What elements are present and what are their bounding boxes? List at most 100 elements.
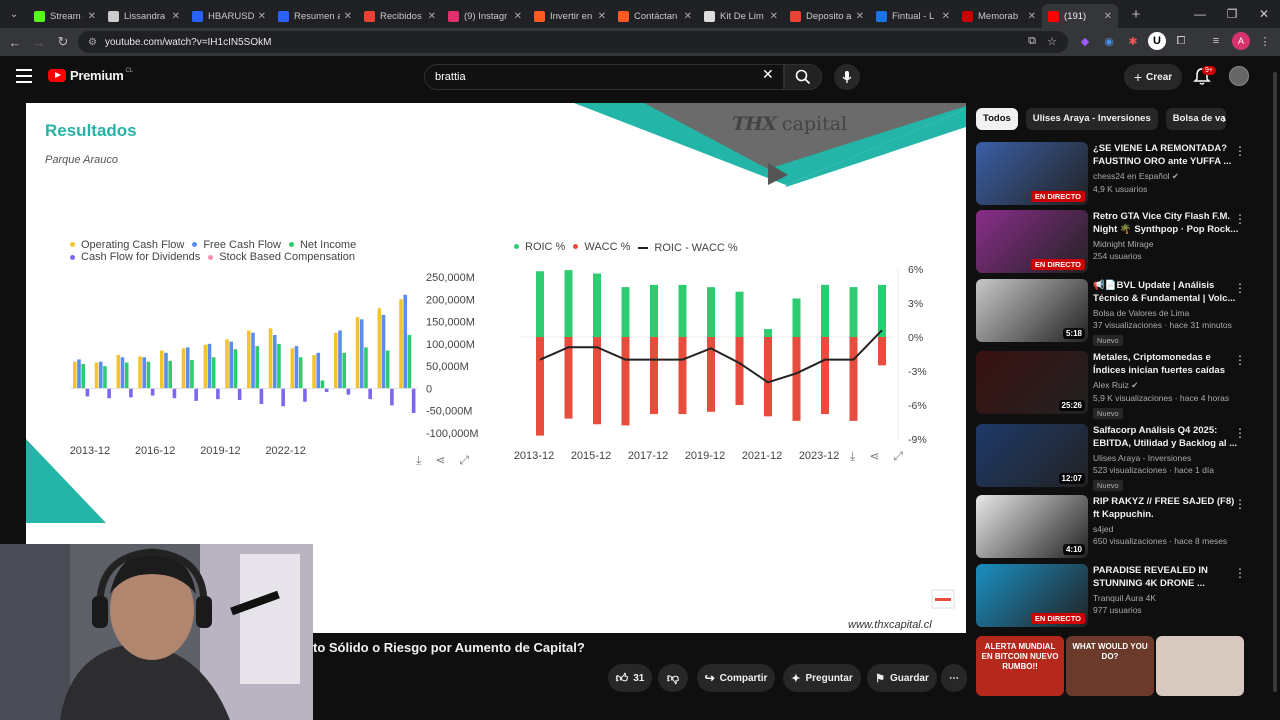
share-icon[interactable]: ⋖ — [869, 449, 879, 464]
download-icon[interactable]: ⤓ — [416, 453, 421, 468]
video-title[interactable]: Retro GTA Vice City Flash F.M. Night 🌴 S… — [1093, 210, 1241, 236]
bar-free-cash-flow[interactable] — [251, 332, 255, 389]
forward-icon[interactable]: → — [27, 35, 51, 50]
bar-free-cash-flow[interactable] — [403, 294, 408, 389]
bar-cash-flow-for-dividends[interactable] — [259, 388, 264, 405]
more-options-icon[interactable]: ⋮ — [1234, 212, 1246, 226]
bar-free-cash-flow[interactable] — [142, 357, 147, 389]
site-info-icon[interactable]: ⚙ — [88, 37, 97, 48]
browser-tab[interactable]: HBARUSD ✕ — [186, 4, 272, 28]
recommended-video[interactable]: 4:10 RIP RAKYZ // FREE SAJED (F8) ft Kapp… — [976, 495, 1266, 559]
short-thumbnail[interactable]: ALERTA MUNDIAL EN BITCOIN NUEVO RUMBO!! — [976, 636, 1064, 696]
bar-wacc[interactable] — [792, 337, 801, 421]
bar-roic[interactable] — [792, 298, 801, 337]
bar-free-cash-flow[interactable] — [185, 347, 190, 389]
bar-wacc[interactable] — [878, 337, 886, 366]
more-options-icon[interactable]: ⋮ — [1234, 144, 1246, 158]
video-title[interactable]: Salfacorp Análisis Q4 2025: EBITDA, Util… — [1093, 424, 1241, 450]
chips-next-icon[interactable]: › — [1222, 112, 1226, 126]
bar-wacc[interactable] — [621, 337, 630, 426]
filter-chip[interactable]: Ulises Araya - Inversiones — [1025, 108, 1158, 130]
channel-name[interactable]: Ulises Araya - Inversiones — [1093, 453, 1191, 463]
bar-roic[interactable] — [621, 287, 630, 337]
filter-chip[interactable]: Bolsa de va — [1165, 108, 1226, 130]
bar-free-cash-flow[interactable] — [359, 319, 364, 389]
bar-operating-cash-flow[interactable] — [116, 355, 121, 389]
legend-item[interactable]: Stock Based Compensation — [208, 251, 355, 263]
bar-net-income[interactable] — [407, 334, 412, 389]
bar-wacc[interactable] — [735, 337, 744, 405]
channel-name[interactable]: Midnight Mirage — [1093, 239, 1153, 249]
extensions-puzzle-icon[interactable]: ⧠ — [1172, 32, 1190, 50]
more-options-icon[interactable]: ⋮ — [1234, 497, 1246, 511]
bar-net-income[interactable] — [298, 357, 303, 389]
tab-close-icon[interactable]: ✕ — [1104, 11, 1112, 22]
bar-net-income[interactable] — [124, 362, 129, 389]
channel-name[interactable]: Tranquil Aura 4K — [1093, 593, 1156, 603]
bar-net-income[interactable] — [211, 357, 216, 389]
bar-roic[interactable] — [764, 329, 772, 337]
bar-roic[interactable] — [650, 284, 658, 337]
bar-net-income[interactable] — [103, 366, 107, 389]
more-options-icon[interactable]: ⋮ — [1234, 353, 1246, 367]
extension-3-icon[interactable]: ✱ — [1124, 32, 1142, 50]
youtube-logo[interactable]: Premium CL — [48, 68, 133, 83]
browser-tab[interactable]: Contáctan ✕ — [612, 4, 698, 28]
extension-1-icon[interactable]: ◆ — [1076, 32, 1094, 50]
bar-operating-cash-flow[interactable] — [334, 332, 338, 389]
cast-icon[interactable]: ⧉ — [1023, 32, 1041, 50]
bar-cash-flow-for-dividends[interactable] — [150, 388, 155, 396]
bar-net-income[interactable] — [385, 350, 390, 389]
legend-item[interactable]: ROIC % — [514, 241, 565, 253]
video-thumbnail[interactable]: EN DIRECTO — [976, 564, 1088, 627]
new-tab-button[interactable]: + — [1124, 6, 1148, 23]
bar-free-cash-flow[interactable] — [77, 359, 81, 389]
like-button[interactable]: 👍︎ 31 — [608, 664, 652, 692]
bar-free-cash-flow[interactable] — [98, 361, 103, 389]
tab-close-icon[interactable]: ✕ — [770, 11, 778, 22]
bar-free-cash-flow[interactable] — [381, 314, 386, 389]
bar-operating-cash-flow[interactable] — [290, 348, 295, 389]
video-title[interactable]: ¿SE VIENE LA REMONTADA? FAUSTINO ORO ant… — [1093, 142, 1241, 168]
clear-search-icon[interactable]: ✕ — [762, 66, 774, 83]
create-button[interactable]: + Crear — [1124, 64, 1182, 90]
legend-item[interactable]: Operating Cash Flow — [70, 239, 184, 251]
tab-close-icon[interactable]: ✕ — [344, 11, 352, 22]
browser-tab[interactable]: Resumen a ✕ — [272, 4, 358, 28]
bar-net-income[interactable] — [233, 349, 238, 389]
recommended-video[interactable]: 25:26 Metales, Criptomonedas e Índices in… — [976, 351, 1266, 419]
legend-item[interactable]: Cash Flow for Dividends — [70, 251, 200, 263]
bar-operating-cash-flow[interactable] — [377, 308, 382, 389]
channel-name[interactable]: Bolsa de Valores de Lima — [1093, 308, 1189, 318]
video-thumbnail[interactable]: 4:10 — [976, 495, 1088, 558]
tab-close-icon[interactable]: ✕ — [856, 11, 864, 22]
recommended-video[interactable]: EN DIRECTO Retro GTA Vice City Flash F.M.… — [976, 210, 1266, 274]
search-input[interactable]: brattia — [424, 64, 784, 90]
bar-roic[interactable] — [564, 270, 573, 337]
filter-chip[interactable]: Todos — [976, 108, 1018, 130]
legend-item[interactable]: Net Income — [288, 239, 356, 251]
bar-operating-cash-flow[interactable] — [160, 350, 164, 389]
share-icon[interactable]: ⋖ — [435, 453, 445, 468]
bar-roic[interactable] — [678, 284, 687, 337]
tab-close-icon[interactable]: ✕ — [942, 11, 950, 22]
voice-search-button[interactable] — [834, 64, 860, 90]
bar-operating-cash-flow[interactable] — [355, 317, 360, 389]
menu-icon[interactable] — [16, 69, 32, 83]
bar-net-income[interactable] — [168, 360, 172, 389]
fullscreen-icon[interactable]: ⤢ — [893, 449, 903, 464]
bar-free-cash-flow[interactable] — [316, 352, 321, 389]
account-avatar[interactable] — [1229, 66, 1249, 86]
bar-wacc[interactable] — [821, 337, 829, 415]
video-thumbnail[interactable]: 5:18 — [976, 279, 1088, 342]
more-options-icon[interactable]: ⋮ — [1234, 281, 1246, 295]
extension-2-icon[interactable]: ◉ — [1100, 32, 1118, 50]
url-field[interactable]: ⚙ youtube.com/watch?v=IH1cIN5SOkM — [78, 31, 1068, 53]
recommended-video[interactable]: EN DIRECTO ¿SE VIENE LA REMONTADA? FAUSTI… — [976, 142, 1266, 206]
bar-net-income[interactable] — [320, 380, 325, 389]
browser-tab[interactable]: (9) Instagr ✕ — [442, 4, 528, 28]
browser-tab[interactable]: Lissandra ✕ — [102, 4, 186, 28]
extension-4-icon[interactable]: U — [1148, 32, 1166, 50]
bar-net-income[interactable] — [277, 343, 281, 389]
bookmark-star-icon[interactable]: ☆ — [1043, 32, 1061, 50]
